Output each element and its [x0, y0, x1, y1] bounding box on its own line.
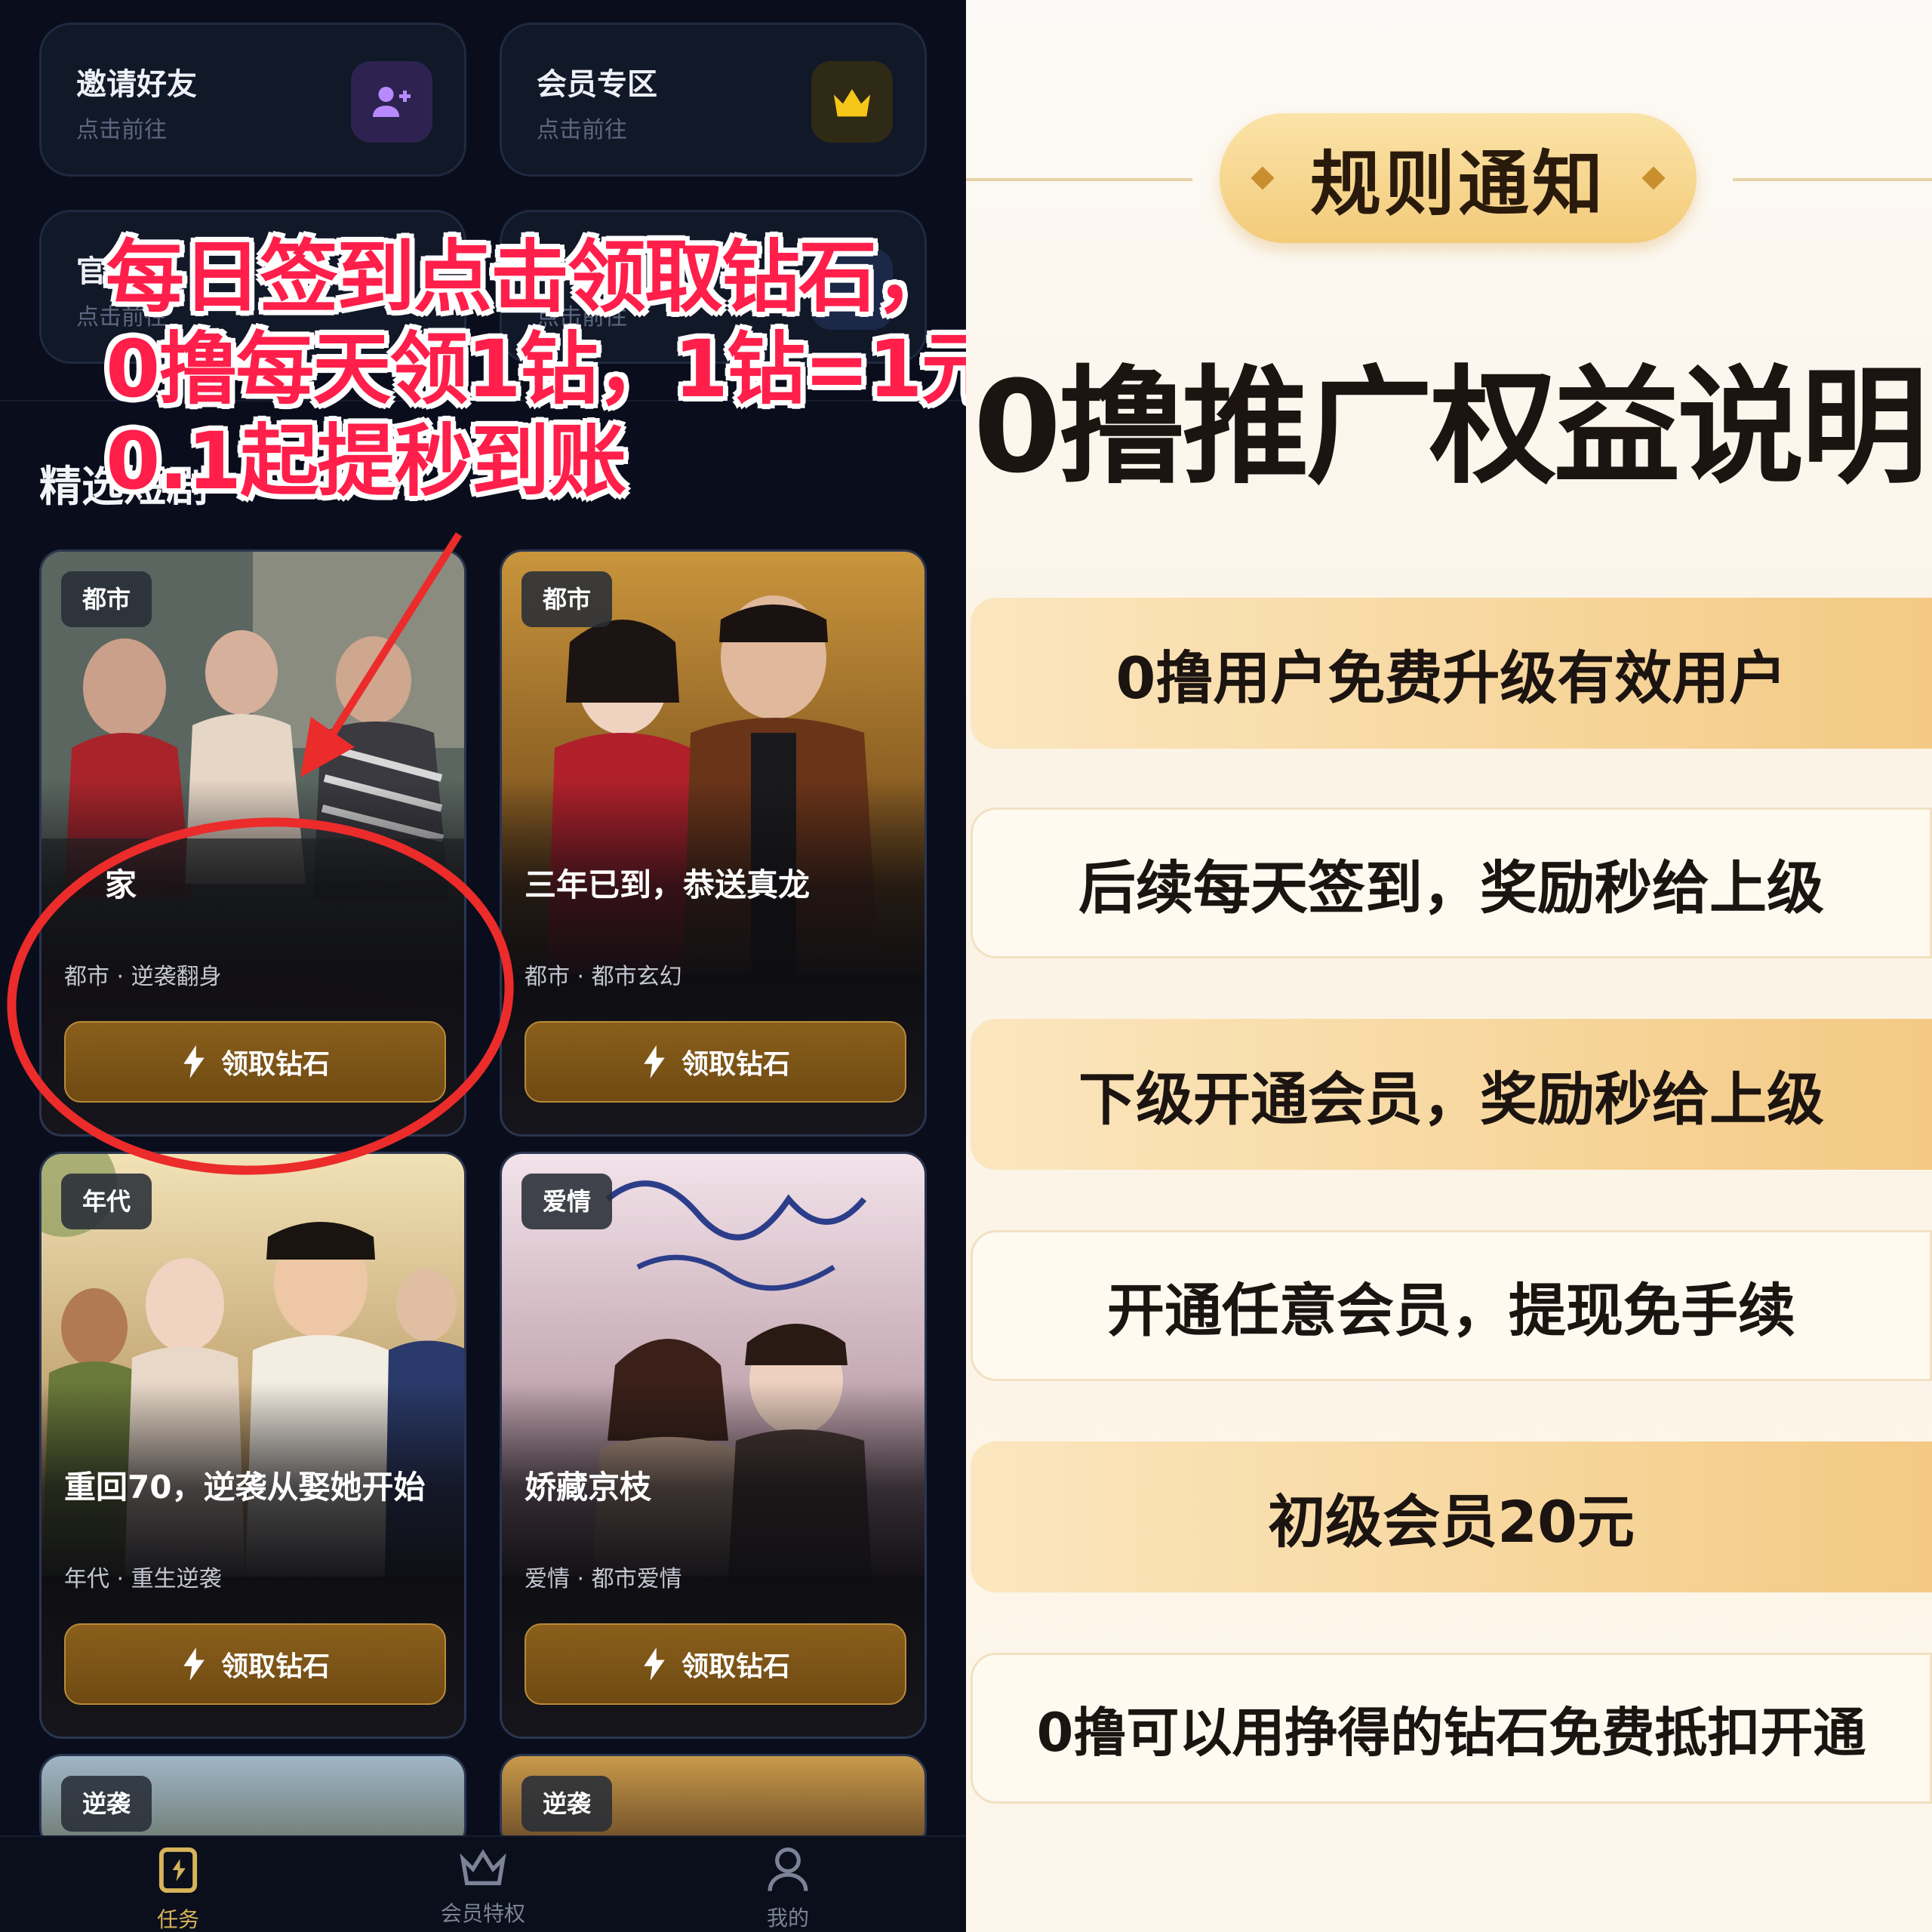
diamond-icon: [1641, 166, 1666, 190]
claim-diamond-button[interactable]: 领取钻石: [64, 1623, 446, 1705]
drama-meta: 都市 · 逆袭翻身: [64, 964, 222, 990]
badge-label: 规则通知: [1309, 143, 1606, 226]
bottom-nav: 任务 会员特权 我的: [0, 1835, 966, 1932]
button-label: 领取钻石: [220, 1651, 330, 1682]
invite-friends-card[interactable]: 邀请好友 点击前往: [39, 23, 466, 177]
card-subtitle: 点击前往: [537, 117, 627, 143]
lightning-icon: [644, 1647, 665, 1681]
claim-diamond-button[interactable]: 领取钻石: [525, 1623, 906, 1705]
card-title: 邀请好友: [76, 67, 197, 102]
annotation-line: 每日签到点击领取钻石，: [106, 231, 954, 323]
crown-icon: [460, 1849, 506, 1885]
rule-item: 后续每天签到，奖励秒给上级: [971, 808, 1932, 958]
drama-title: 三年已到，恭送真龙: [525, 866, 811, 903]
rule-item: 0撸可以用挣得的钻石免费抵扣开通: [971, 1653, 1932, 1804]
genre-tag: 都市: [61, 571, 152, 627]
button-label: 领取钻石: [681, 1651, 790, 1682]
rules-badge: 规则通知: [1220, 113, 1697, 243]
genre-tag: 逆袭: [521, 1776, 613, 1832]
button-label: 领取钻石: [220, 1049, 330, 1080]
divider: [1733, 178, 1932, 181]
add-user-icon: [351, 61, 432, 143]
nav-label: 任务: [156, 1907, 199, 1932]
crown-icon: [811, 61, 893, 143]
drama-meta: 都市 · 都市玄幻: [525, 964, 682, 990]
drama-title: 家: [105, 866, 137, 903]
drama-meta: 爱情 · 都市爱情: [525, 1566, 682, 1592]
genre-tag: 爱情: [521, 1174, 613, 1229]
drama-title: 娇藏京枝: [525, 1469, 652, 1506]
card-title: 官: [76, 254, 106, 289]
annotation-line: 0.1起提秒到账: [106, 415, 626, 507]
drama-meta: 年代 · 重生逆袭: [64, 1566, 222, 1592]
rules-heading: 0撸推广权益说明: [973, 353, 1928, 501]
app-screen: 邀请好友 点击前往 会员专区 点击前往 官 点击前往 点击前往 精选短剧 都市 …: [0, 0, 966, 1932]
drama-card[interactable]: 都市 家 都市 · 逆袭翻身 领取钻石: [39, 549, 466, 1137]
nav-label: 会员特权: [440, 1901, 525, 1926]
drama-card[interactable]: 年代 重回70，逆袭从娶她开始 年代 · 重生逆袭 领取钻石: [39, 1152, 466, 1739]
lightning-icon: [644, 1045, 665, 1078]
genre-tag: 都市: [521, 571, 613, 627]
genre-tag: 逆袭: [61, 1776, 152, 1832]
drama-card[interactable]: 爱情 娇藏京枝 爱情 · 都市爱情 领取钻石: [500, 1152, 927, 1739]
drama-card[interactable]: 都市 三年已到，恭送真龙 都市 · 都市玄幻 领取钻石: [500, 549, 927, 1137]
lightning-icon: [183, 1647, 205, 1681]
nav-me[interactable]: 我的: [712, 1846, 863, 1932]
button-label: 领取钻石: [681, 1049, 790, 1080]
nav-tasks[interactable]: 任务: [103, 1846, 254, 1932]
rules-panel: 规则通知 0撸推广权益说明 0撸用户免费升级有效用户 后续每天签到，奖励秒给上级…: [966, 0, 1932, 1932]
vip-zone-card[interactable]: 会员专区 点击前往: [500, 23, 927, 177]
drama-title: 重回70，逆袭从娶她开始: [64, 1469, 426, 1506]
rule-item: 0撸用户免费升级有效用户: [971, 598, 1932, 749]
user-icon: [768, 1847, 808, 1891]
rule-item: 下级开通会员，奖励秒给上级: [971, 1019, 1932, 1170]
diamond-icon: [1251, 166, 1275, 190]
claim-diamond-button[interactable]: 领取钻石: [525, 1021, 906, 1103]
genre-tag: 年代: [61, 1174, 152, 1229]
rule-item: 初级会员20元: [971, 1441, 1932, 1592]
card-title: 会员专区: [537, 67, 657, 102]
nav-label: 我的: [766, 1906, 809, 1930]
divider: [966, 178, 1192, 181]
annotation-line: 0撸每天领1钻，1钻=1元: [106, 323, 966, 415]
rule-item: 开通任意会员，提现免手续: [971, 1230, 1932, 1381]
card-subtitle: 点击前往: [76, 117, 167, 143]
nav-vip[interactable]: 会员特权: [408, 1846, 558, 1927]
claim-diamond-button[interactable]: 领取钻石: [64, 1021, 446, 1103]
annotation-text: 每日签到点击领取钻石， 0撸每天领1钻，1钻=1元 0.1起提秒到账: [106, 231, 966, 507]
task-icon: [158, 1847, 198, 1894]
lightning-icon: [183, 1045, 205, 1078]
